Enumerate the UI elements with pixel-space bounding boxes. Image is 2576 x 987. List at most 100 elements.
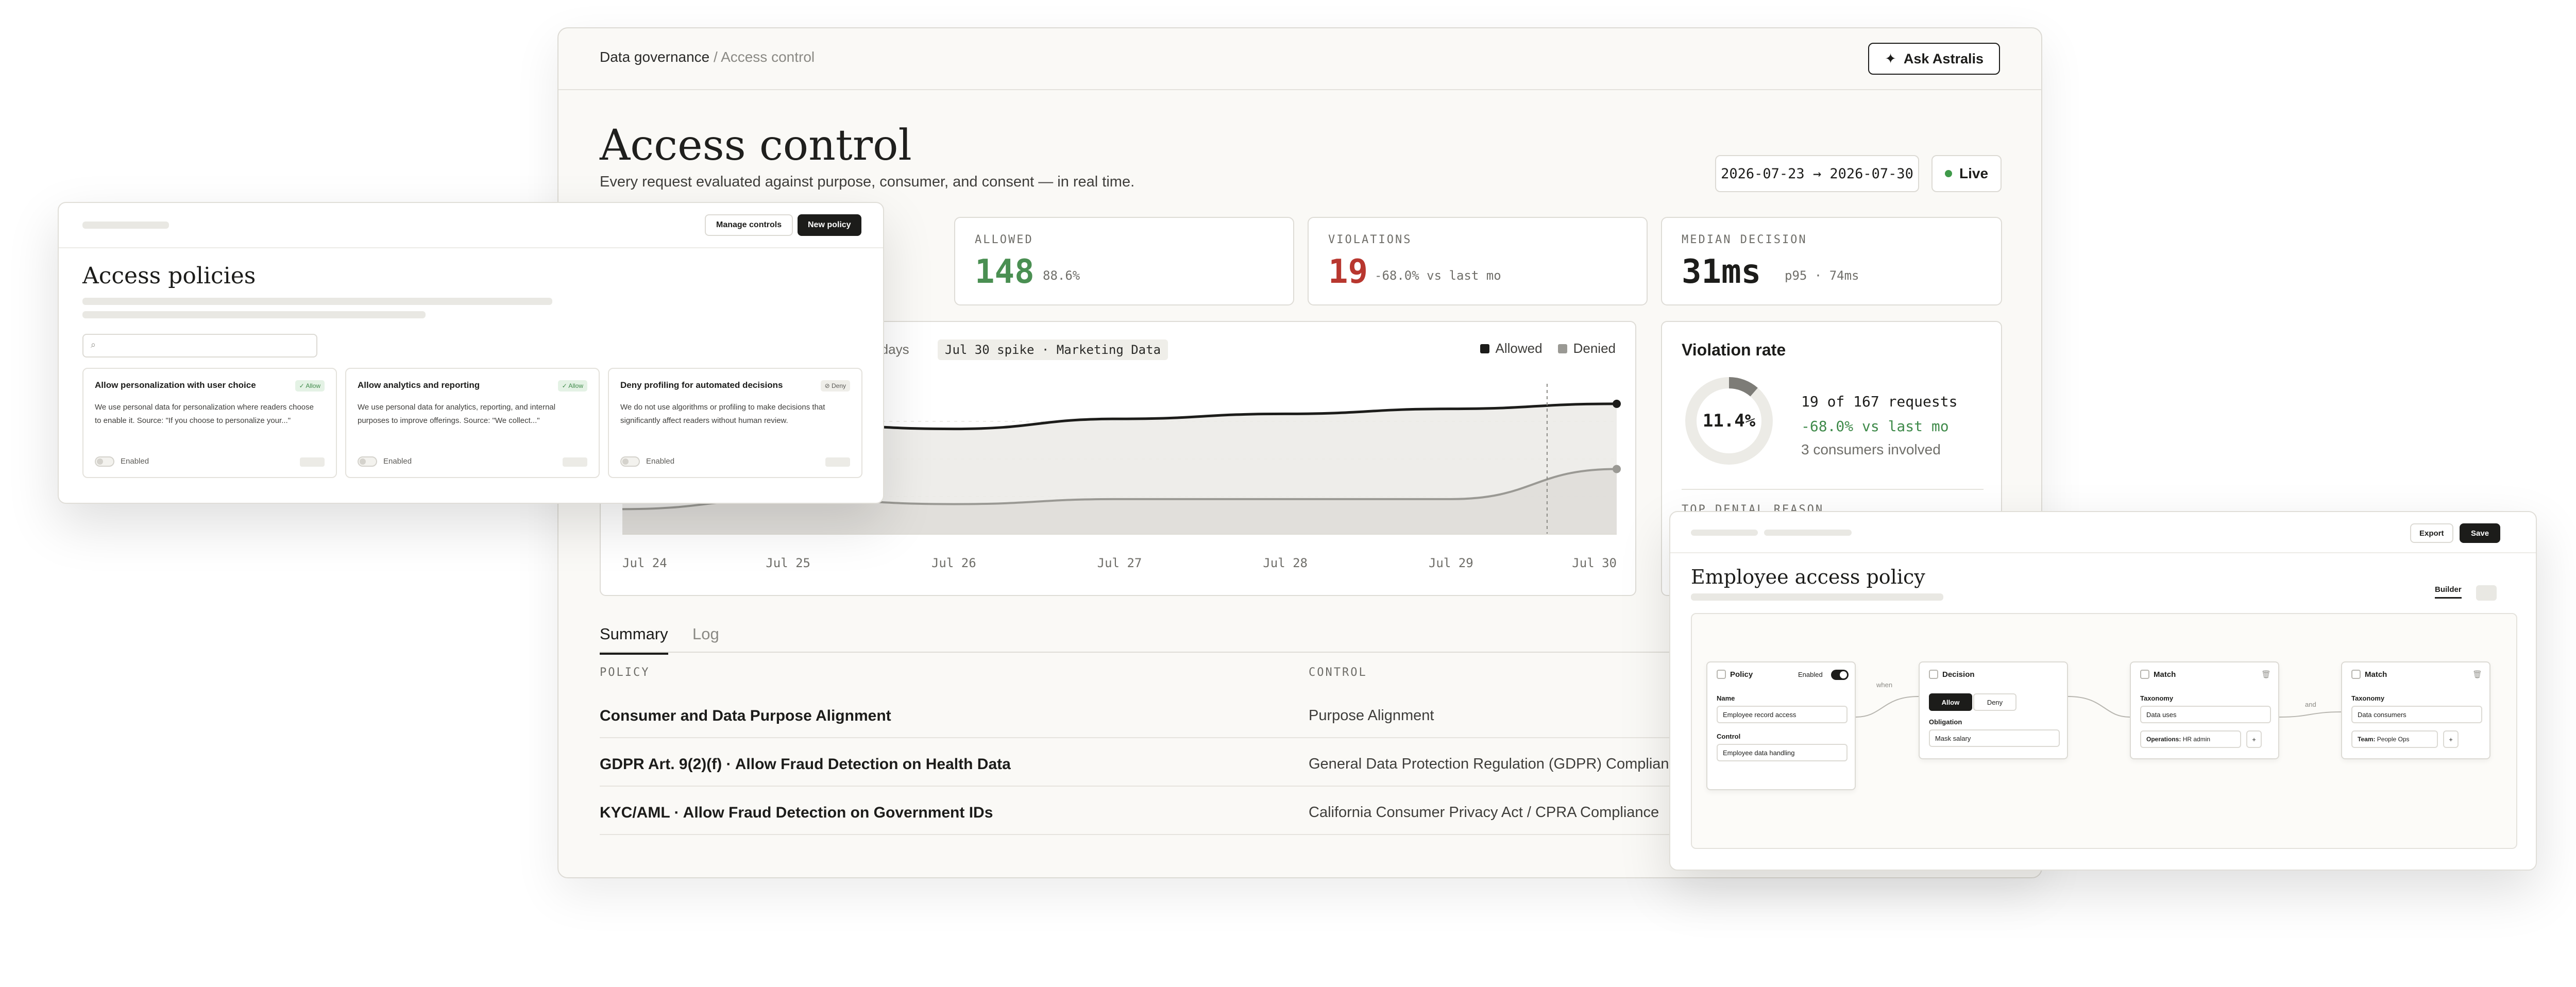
taxonomy-select[interactable]: Data consumers (2351, 706, 2482, 723)
policy-card-title: Allow personalization with user choice (95, 380, 256, 390)
consumers-involved: 3 consumers involved (1801, 441, 1941, 457)
kpi-allowed: ALLOWED 148 88.6% (954, 217, 1294, 305)
add-filter-button[interactable]: + (2443, 730, 2459, 748)
sparkle-icon: ✦ (1885, 50, 1896, 66)
action-placeholder (300, 457, 325, 467)
policy-icon (1717, 670, 1726, 679)
top-bar: Data governance / Access control ✦ Ask A… (558, 28, 2041, 90)
breadcrumb-parent[interactable]: Data governance (600, 49, 709, 65)
node-title: Match (2154, 670, 2176, 679)
kpi-value: 31ms (1682, 253, 1761, 291)
page-title: Access policies (82, 263, 256, 289)
control-cell: California Consumer Privacy Act / CPRA C… (1309, 804, 1659, 821)
policy-card[interactable]: Allow analytics and reporting ✓ Allow We… (345, 368, 600, 478)
name-field[interactable]: Employee record access (1717, 706, 1848, 723)
decision-node[interactable]: Decision Allow Deny Obligation Mask sala… (1919, 661, 2068, 759)
deny-segment[interactable]: Deny (1973, 693, 2016, 711)
breadcrumb-separator: / (714, 49, 718, 65)
ask-astralis-button[interactable]: ✦ Ask Astralis (1868, 43, 2000, 75)
taxonomy-select[interactable]: Data uses (2140, 706, 2271, 723)
field-label: Taxonomy (2351, 694, 2385, 702)
enabled-label: Enabled (1798, 671, 1823, 678)
trash-icon[interactable]: 🗑 (2261, 670, 2271, 679)
export-button[interactable]: Export (2410, 523, 2453, 543)
match-icon (2351, 670, 2361, 679)
add-filter-button[interactable]: + (2246, 730, 2262, 748)
breadcrumb-placeholder (82, 222, 169, 229)
enabled-toggle[interactable] (358, 456, 377, 467)
new-policy-button[interactable]: New policy (798, 214, 861, 236)
x-tick-label: Jul 30 (1572, 556, 1617, 570)
allow-badge: ✓ Allow (557, 380, 587, 392)
violation-rate-title: Violation rate (1682, 341, 1786, 359)
save-button[interactable]: Save (2460, 523, 2501, 543)
enabled-toggle[interactable] (95, 456, 114, 467)
obligation-field[interactable]: Mask salary (1929, 729, 2060, 747)
chip-value: HR admin (2182, 736, 2211, 743)
match-node[interactable]: Match 🗑 Taxonomy Data consumers Team: Pe… (2341, 661, 2490, 759)
column-header-policy[interactable]: POLICY (600, 666, 650, 679)
tab-log[interactable]: Log (692, 625, 719, 653)
top-bar: Export Save (1670, 512, 2536, 553)
policy-card[interactable]: Allow personalization with user choice ✓… (82, 368, 337, 478)
live-label: Live (1959, 165, 1989, 181)
policy-card-description: We use personal data for analytics, repo… (358, 403, 556, 425)
field-label: Name (1717, 694, 1735, 702)
filter-chip[interactable]: Team: People Ops (2351, 730, 2438, 748)
control-cell: General Data Protection Regulation (GDPR… (1309, 756, 1685, 772)
search-input[interactable]: ⌕ (82, 334, 317, 358)
allow-badge: ✓ Allow (295, 380, 325, 392)
policy-card-description: We use personal data for personalization… (95, 403, 314, 425)
date-range-picker[interactable]: 2026-07-23 → 2026-07-30 (1715, 155, 1919, 192)
edge-match-match (2279, 711, 2342, 718)
decision-icon (1929, 670, 1938, 679)
kpi-value: 19 (1328, 253, 1368, 291)
page-title: Access control (600, 121, 912, 170)
trash-icon[interactable]: 🗑 (2472, 670, 2482, 679)
policy-card[interactable]: Deny profiling for automated decisions ⊘… (608, 368, 862, 478)
match-node[interactable]: Match 🗑 Taxonomy Data uses Operations: H… (2130, 661, 2279, 759)
series-endpoint-allowed (1613, 399, 1621, 408)
policy-builder-canvas[interactable]: when and Policy Enabled Name Employee re… (1691, 613, 2517, 849)
chip-value: People Ops (2377, 736, 2410, 743)
live-status-dot (1944, 170, 1952, 177)
subtitle-placeholder (82, 298, 552, 305)
enabled-toggle[interactable] (1831, 670, 1849, 680)
policy-cell: KYC/AML · Allow Fraud Detection on Gover… (600, 804, 993, 821)
action-placeholder (825, 457, 850, 467)
control-select[interactable]: Employee data handling (1717, 744, 1848, 761)
enabled-label: Enabled (121, 457, 149, 466)
policy-card-title: Deny profiling for automated decisions (620, 380, 783, 390)
kpi-sub: 88.6% (1043, 268, 1080, 283)
column-header-control[interactable]: CONTROL (1309, 666, 1367, 679)
enabled-toggle[interactable] (620, 456, 640, 467)
edge-label-when: when (1876, 681, 1893, 689)
edge-label-and: and (2305, 701, 2316, 708)
allow-segment[interactable]: Allow (1929, 693, 1972, 711)
policy-card-description: We do not use algorithms or profiling to… (620, 403, 825, 425)
kpi-sub: -68.0% vs last mo (1375, 268, 1501, 283)
manage-controls-button[interactable]: Manage controls (705, 214, 793, 236)
policy-node[interactable]: Policy Enabled Name Employee record acce… (1706, 661, 1856, 790)
field-label: Obligation (1929, 718, 1962, 726)
filter-chip[interactable]: Operations: HR admin (2140, 730, 2241, 748)
ask-astralis-label: Ask Astralis (1903, 50, 1984, 66)
page-subtitle: Every request evaluated against purpose,… (600, 174, 1135, 190)
deny-badge: ⊘ Deny (820, 380, 850, 392)
employee-access-policy-window: Export Save Employee access policy Build… (1669, 511, 2537, 871)
kpi-violations: VIOLATIONS 19 -68.0% vs last mo (1308, 217, 1648, 305)
enabled-label: Enabled (383, 457, 412, 466)
tab-builder[interactable]: Builder (2435, 585, 2462, 599)
x-tick-label: Jul 25 (766, 556, 810, 570)
breadcrumb-placeholder (1764, 530, 1852, 536)
view-toggle-placeholder[interactable] (2476, 585, 2497, 601)
control-cell: Purpose Alignment (1309, 707, 1434, 724)
kpi-label: MEDIAN DECISION (1682, 233, 1807, 246)
series-endpoint-denied (1613, 465, 1621, 473)
x-tick-label: Jul 29 (1429, 556, 1473, 570)
breadcrumb-current: Access control (721, 49, 815, 65)
live-toggle[interactable]: Live (1931, 155, 2002, 192)
search-icon: ⌕ (91, 339, 96, 350)
tab-summary[interactable]: Summary (600, 625, 668, 655)
kpi-label: VIOLATIONS (1328, 233, 1412, 246)
